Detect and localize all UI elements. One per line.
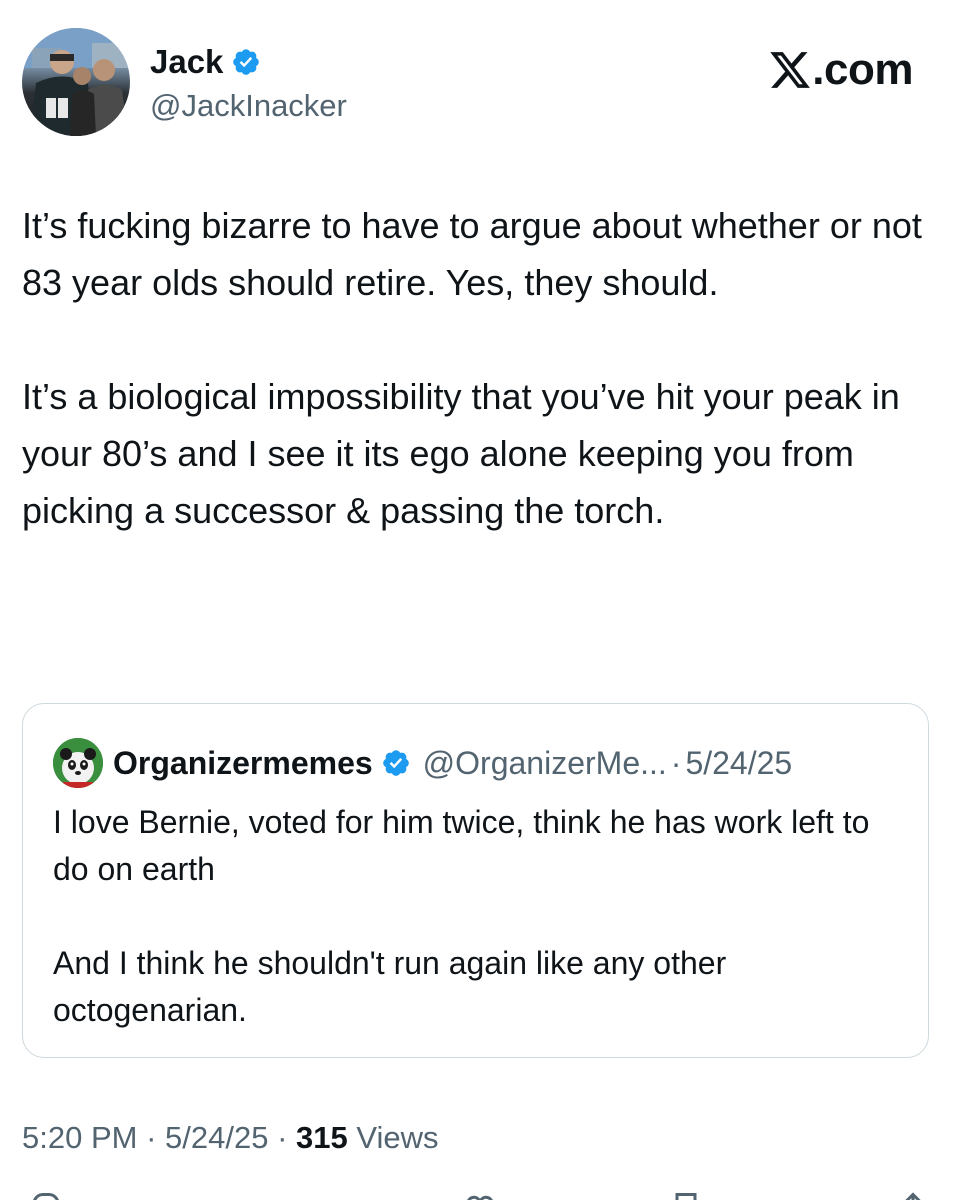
- x-brand: .com: [768, 44, 913, 96]
- tweet-paragraph: It’s a biological impossibility that you…: [22, 376, 900, 531]
- reply-icon[interactable]: [28, 1190, 64, 1200]
- quoted-author-display-name[interactable]: Organizermemes: [113, 741, 373, 785]
- quoted-tweet-paragraph: I love Bernie, voted for him twice, thin…: [53, 804, 870, 887]
- author-avatar[interactable]: [22, 28, 130, 136]
- quoted-author-avatar[interactable]: [53, 738, 103, 788]
- action-bar: [0, 1190, 953, 1200]
- separator-dot: ·: [670, 745, 682, 781]
- separator-dot: ·: [146, 1120, 157, 1155]
- tweet-time[interactable]: 5:20 PM: [22, 1120, 137, 1155]
- author-display-name[interactable]: Jack: [150, 42, 223, 82]
- views-count: 315: [296, 1120, 348, 1155]
- tweet-date[interactable]: 5/24/25: [165, 1120, 268, 1155]
- quoted-tweet-paragraph: And I think he shouldn't run again like …: [53, 945, 727, 1028]
- share-icon[interactable]: [895, 1190, 931, 1200]
- brand-domain-text: .com: [812, 45, 913, 94]
- verified-badge-icon: [382, 750, 409, 776]
- views-label: Views: [356, 1120, 439, 1155]
- quoted-author-handle[interactable]: @OrganizerMe...: [423, 741, 667, 785]
- bookmark-icon[interactable]: [668, 1190, 704, 1200]
- tweet-paragraph: It’s fucking bizarre to have to argue ab…: [22, 205, 922, 303]
- like-icon[interactable]: [462, 1190, 498, 1200]
- quoted-tweet-body: I love Bernie, voted for him twice, thin…: [53, 799, 903, 1034]
- quoted-tweet-card[interactable]: Organizermemes @OrganizerMe... · 5/24/25…: [22, 703, 929, 1058]
- separator-dot: ·: [277, 1120, 288, 1155]
- tweet-metadata: 5:20 PM · 5/24/25 · 315 Views: [22, 1116, 439, 1160]
- tweet-header: Jack @JackInacker .com: [0, 0, 953, 160]
- quoted-tweet-date[interactable]: 5/24/25: [685, 741, 792, 785]
- tweet-body: It’s fucking bizarre to have to argue ab…: [22, 197, 927, 539]
- verified-badge-icon: [233, 49, 260, 75]
- x-logo-icon: [770, 52, 811, 88]
- author-handle[interactable]: @JackInacker: [150, 86, 347, 126]
- quoted-tweet-header: Organizermemes @OrganizerMe... · 5/24/25: [53, 738, 792, 788]
